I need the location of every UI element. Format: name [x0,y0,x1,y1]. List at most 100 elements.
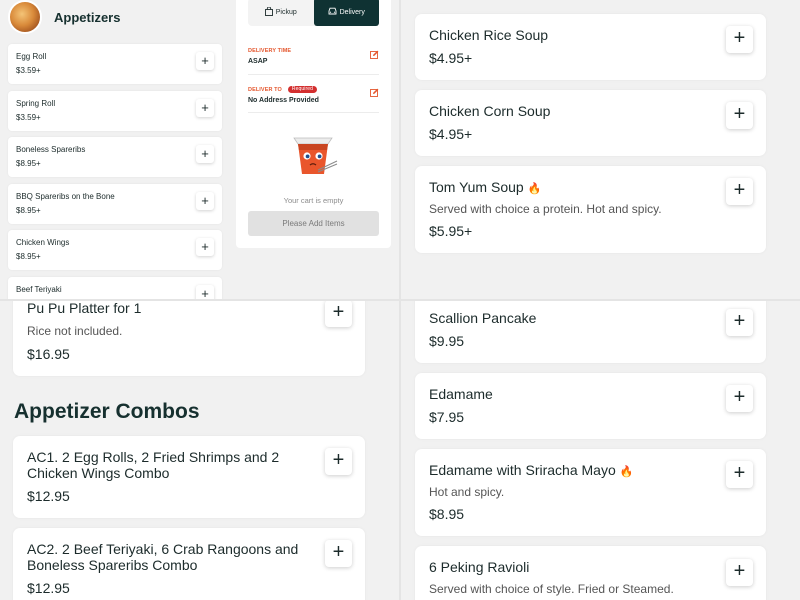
empty-cart-takeout-box-icon [293,137,338,174]
item-description: Served with choice of style. Fried or St… [429,582,674,596]
item-price: $16.95 [27,346,70,362]
pickup-button[interactable]: Pickup [248,0,314,26]
item-price: $4.95+ [429,50,473,66]
pickup-label: Pickup [275,8,297,16]
item-price: $3.59+ [16,112,41,122]
menu-item-edamame-sriracha[interactable]: Edamame with Sriracha Mayo 🔥 Hot and spic… [415,449,766,536]
item-description: Hot and spicy. [429,485,505,499]
menu-item-peking-ravioli[interactable]: 6 Peking Ravioli Served with choice of s… [415,546,766,600]
item-price: $8.95+ [16,205,41,215]
delivery-time-value: ASAP [248,58,268,65]
menu-item-ac2-combo[interactable]: AC2. 2 Beef Teriyaki, 6 Crab Rangoons an… [13,528,365,600]
empty-cart-text: Your cart is empty [283,196,344,205]
add-item-button[interactable]: + [325,300,352,327]
edit-icon[interactable] [370,50,379,61]
menu-item-chicken-wings[interactable]: Chicken Wings $8.95+ + [8,230,222,270]
item-name: Spring Roll [16,98,56,108]
spicy-flame-icon: 🔥 [619,466,634,478]
item-name: Edamame with Sriracha Mayo [429,462,616,478]
item-price: $12.95 [27,488,70,504]
add-item-button[interactable]: + [726,385,753,412]
cart-panel: Pickup Delivery DELIVERY TIME ASAP DELIV… [236,0,391,248]
item-name: Chicken Wings [16,238,70,247]
car-icon [328,7,337,17]
add-item-button[interactable]: + [726,26,753,53]
menu-item-spring-roll[interactable]: Spring Roll $3.59+ + [8,90,222,131]
appetizer-list: Egg Roll $3.59+ + Spring Roll $3.59+ + B… [8,44,222,300]
category-header: Appetizers [8,0,120,34]
add-item-button[interactable]: + [726,309,753,336]
deliver-to-value: No Address Provided [248,97,319,104]
sides-panel: Scallion Pancake $9.95 + Edamame $7.95 +… [400,300,800,600]
menu-item-chicken-rice-soup[interactable]: Chicken Rice Soup $4.95+ + [415,14,766,80]
item-price: $3.59+ [16,66,41,75]
deliver-to-label: DELIVER TO Required [248,86,379,93]
item-price: $12.95 [27,580,70,596]
menu-item-pu-pu-platter[interactable]: Pu Pu Platter for 1 Rice not included. $… [13,300,365,376]
bag-icon [264,6,273,18]
menu-item-beef-teriyaki[interactable]: Beef Teriyaki + [8,276,222,300]
required-badge: Required [287,86,317,93]
add-item-button[interactable]: + [726,559,753,586]
add-item-button[interactable]: + [196,284,214,300]
category-title: Appetizers [54,9,121,25]
deliver-to-row[interactable]: DELIVER TO Required No Address Provided [248,86,379,113]
horizontal-divider [0,299,800,301]
item-name-line1: AC2. 2 Beef Teriyaki, 6 Crab Rangoons an… [27,541,299,557]
item-description: Served with choice a protein. Hot and sp… [429,202,662,216]
menu-item-edamame[interactable]: Edamame $7.95 + [415,373,766,439]
add-item-button[interactable]: + [726,461,753,488]
item-name: Edamame [429,386,493,402]
add-item-button[interactable]: + [196,98,214,117]
item-price: $5.95+ [429,223,473,239]
add-item-button[interactable]: + [196,145,214,163]
item-name-line2: Chicken Wings Combo [27,465,170,481]
menu-item-boneless-spareribs[interactable]: Boneless Spareribs $8.95+ + [8,137,222,177]
menu-item-scallion-pancake[interactable]: Scallion Pancake $9.95 + [415,300,766,363]
add-item-button[interactable]: + [726,178,753,205]
item-price: $4.95+ [429,126,473,142]
add-item-button[interactable]: + [726,102,753,129]
add-items-button[interactable]: Please Add Items [248,211,379,236]
item-price: $8.95+ [16,159,41,168]
appetizers-panel: Appetizers Egg Roll $3.59+ + Spring Roll… [0,0,400,300]
item-name: Chicken Corn Soup [429,103,551,119]
item-price: $9.95 [429,333,465,349]
order-mode-toggle: Pickup Delivery [248,0,379,26]
menu-item-bbq-spareribs[interactable]: BBQ Spareribs on the Bone $8.95+ + [8,183,222,224]
delivery-time-label: DELIVERY TIME [248,48,292,54]
item-name: Tom Yum Soup [429,179,524,195]
item-name: Egg Roll [16,52,47,61]
item-name-row: Tom Yum Soup 🔥 [429,179,541,195]
delivery-label: Delivery [339,8,365,16]
item-name: BBQ Spareribs on the Bone [16,191,115,201]
item-name: Chicken Rice Soup [429,27,549,43]
section-title: Appetizer Combos [14,400,200,423]
edit-icon[interactable] [370,88,379,99]
spicy-flame-icon: 🔥 [527,183,542,195]
item-name: Beef Teriyaki [16,284,62,294]
menu-item-egg-roll[interactable]: Egg Roll $3.59+ + [8,44,222,84]
add-item-button[interactable]: + [196,191,214,210]
appetizers-thumbnail [8,0,42,34]
item-name-line1: AC1. 2 Egg Rolls, 2 Fried Shrimps and 2 [27,449,280,465]
add-item-button[interactable]: + [196,52,214,70]
item-name: Scallion Pancake [429,310,537,326]
delivery-button[interactable]: Delivery [313,0,379,26]
deliver-to-text: DELIVER TO [248,86,282,93]
menu-item-ac1-combo[interactable]: AC1. 2 Egg Rolls, 2 Fried Shrimps and 2 … [13,436,365,518]
item-price: $8.95 [429,506,465,522]
item-price: $8.95+ [16,252,41,261]
soups-panel: Chicken Rice Soup $4.95+ + Chicken Corn … [400,0,800,300]
item-name: Pu Pu Platter for 1 [27,300,142,316]
add-item-button[interactable]: + [325,540,352,567]
item-name-line2: Boneless Spareribs Combo [27,557,198,573]
delivery-time-row[interactable]: DELIVERY TIME ASAP [248,48,379,75]
add-item-button[interactable]: + [196,238,214,256]
add-item-button[interactable]: + [325,448,352,475]
item-name: Boneless Spareribs [16,145,86,154]
item-price: $7.95 [429,409,465,425]
menu-item-tom-yum-soup[interactable]: Tom Yum Soup 🔥 Served with choice a prote… [415,166,766,253]
item-name-row: Edamame with Sriracha Mayo 🔥 [429,462,633,478]
menu-item-chicken-corn-soup[interactable]: Chicken Corn Soup $4.95+ + [415,90,766,156]
